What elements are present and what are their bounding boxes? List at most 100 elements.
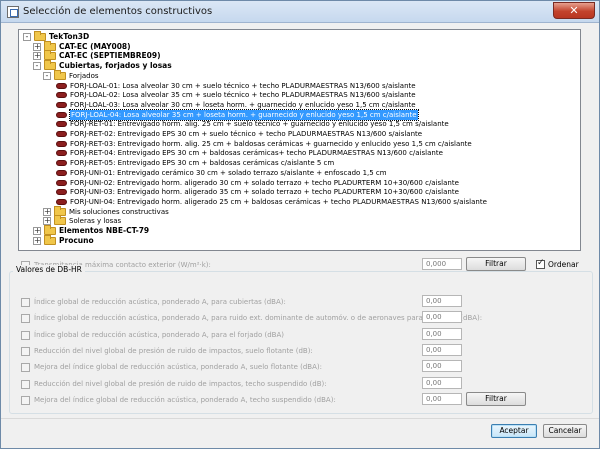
tree-item-label: FORJ-RET-05: Entrevigado EPS 30 cm + bal…	[70, 159, 335, 168]
collapse-icon[interactable]: -	[43, 71, 51, 80]
brick-icon	[56, 198, 67, 205]
dbhr-label: Reducción del nivel global de presión de…	[34, 379, 327, 388]
element-tree[interactable]: - TekTon3D + CAT-EC (MAY008) + CAT-EC (SEPTIE…	[18, 29, 581, 251]
tree-item-label: Mis soluciones constructivas	[69, 207, 169, 216]
tree-item-label: Elementos NBE-CT-79	[59, 226, 150, 235]
tree-item-element[interactable]: FORJ-LOAL-03: Losa alveolar 30 cm + lose…	[19, 100, 579, 110]
footer-separator	[1, 418, 599, 419]
tree-item-label: FORJ-RET-04: Entrevigado EPS 30 cm + bal…	[70, 149, 443, 158]
folder-icon	[44, 234, 56, 245]
tree-item-label: Cubiertas, forjados y losas	[59, 61, 172, 71]
folder-icon	[54, 69, 66, 80]
dbhr-value-input[interactable]: 0,00	[422, 376, 462, 389]
tree-item-folder[interactable]: + Procuno	[19, 234, 579, 246]
tree-item-element[interactable]: FORJ-RET-03: Entrevigado horm. alig. 25 …	[19, 139, 579, 149]
window-icon	[7, 6, 19, 18]
dbhr-value-input[interactable]: 0,00	[422, 343, 462, 356]
dbhr-group-title: Valores de DB-HR	[13, 265, 85, 274]
tree-item-label: Soleras y losas	[69, 217, 122, 226]
tree-item-label: TekTon3D	[49, 32, 90, 41]
cancel-button[interactable]: Cancelar	[543, 424, 587, 438]
brick-icon	[56, 189, 67, 196]
dbhr-checkbox[interactable]	[21, 314, 30, 324]
brick-icon	[56, 131, 67, 137]
window-title: Selección de elementos constructivos	[23, 6, 213, 17]
dbhr-checkbox[interactable]	[21, 298, 30, 307]
tree-item-element[interactable]: FORJ-RET-04: Entrevigado EPS 30 cm + bal…	[19, 148, 579, 158]
tree-item-element[interactable]: FORJ-LOAL-02: Losa alveolar 35 cm + suel…	[19, 90, 579, 100]
dbhr-checkbox[interactable]	[21, 363, 30, 373]
ordenar-checkbox[interactable]	[536, 258, 545, 269]
tree-item-label: FORJ-LOAL-01: Losa alveolar 30 cm + suel…	[70, 81, 416, 90]
dbhr-checkbox[interactable]	[21, 330, 30, 340]
tree-item-element[interactable]: FORJ-LOAL-04: Losa alveolar 35 cm + lose…	[19, 108, 579, 121]
brick-icon	[56, 140, 67, 147]
dbhr-checkbox[interactable]	[21, 346, 30, 356]
tree-item-element[interactable]: FORJ-UNI-04: Entrevigado horm. aligerado…	[19, 197, 579, 207]
brick-icon	[56, 150, 67, 157]
tree-item-folder[interactable]: + CAT-EC (SEPTIEMBRE09)	[19, 50, 579, 61]
tree-item-element[interactable]: FORJ-UNI-01: Entrevigado cerámico 30 cm …	[19, 168, 579, 178]
expand-icon[interactable]: +	[33, 52, 41, 61]
dbhr-label: Índice global de reducción acústica, pon…	[34, 330, 284, 339]
brick-icon	[56, 92, 67, 99]
expand-icon[interactable]: +	[43, 207, 51, 216]
title-bar[interactable]: Selección de elementos constructivos ✕	[1, 1, 599, 23]
brick-icon	[56, 101, 67, 108]
dbhr-checkbox[interactable]	[21, 379, 30, 389]
brick-icon	[56, 121, 67, 128]
tree-item-label: FORJ-LOAL-04: Losa alveolar 35 cm + lose…	[69, 108, 419, 121]
tree-item-folder[interactable]: + Elementos NBE-CT-79	[19, 225, 579, 236]
dbhr-label: Índice global de reducción acústica, pon…	[34, 314, 483, 323]
accept-button[interactable]: Aceptar	[491, 424, 537, 438]
tree-item-folder[interactable]: + CAT-EC (MAY008)	[19, 40, 579, 52]
dbhr-value-input[interactable]: 0,00	[422, 295, 462, 307]
tree-item-element[interactable]: FORJ-RET-01: Entrevigado horm. alig. 25 …	[19, 119, 579, 129]
tree-item-label: FORJ-UNI-01: Entrevigado cerámico 30 cm …	[70, 168, 387, 177]
tree-item-folder[interactable]: + Mis soluciones constructivas	[19, 205, 579, 217]
tree-item-element[interactable]: FORJ-LOAL-01: Losa alveolar 30 cm + suel…	[19, 81, 579, 91]
dialog-window: Selección de elementos constructivos ✕ -…	[0, 0, 600, 449]
tree-item-folder[interactable]: - Forjados	[19, 69, 579, 81]
dbhr-value-input[interactable]: 0,00	[422, 360, 462, 373]
dbhr-value-input[interactable]: 0,00	[422, 392, 462, 405]
tree-item-label: FORJ-UNI-04: Entrevigado horm. aligerado…	[70, 197, 487, 206]
dbhr-label: Reducción del nivel global de presión de…	[34, 346, 313, 355]
brick-icon	[56, 160, 67, 167]
tree-item-label: Forjados	[69, 71, 99, 80]
tree-item-label: FORJ-LOAL-02: Losa alveolar 35 cm + suel…	[70, 91, 416, 100]
dbhr-label: Mejora del índice global de reducción ac…	[34, 395, 336, 404]
folder-icon	[54, 215, 66, 226]
transmitancia-input[interactable]: 0,000	[422, 258, 462, 270]
collapse-icon[interactable]: -	[33, 62, 41, 71]
tree-item-folder[interactable]: + Soleras y losas	[19, 215, 579, 226]
close-button[interactable]: ✕	[553, 2, 595, 19]
tree-item-element[interactable]: FORJ-UNI-02: Entrevigado horm. aligerado…	[19, 178, 579, 188]
collapse-icon[interactable]: -	[23, 33, 31, 41]
tree-item-label: FORJ-UNI-03: Entrevigado horm. aligerado…	[70, 188, 459, 197]
tree-item-label: FORJ-RET-02: Entrevigado EPS 30 cm + sue…	[70, 130, 423, 138]
dbhr-value-input[interactable]: 0,00	[422, 311, 462, 324]
expand-icon[interactable]: +	[33, 42, 41, 51]
tree-item-label: FORJ-RET-03: Entrevigado horm. alig. 25 …	[70, 139, 472, 148]
dbhr-label: Índice global de reducción acústica, pon…	[34, 298, 286, 306]
tree-item-element[interactable]: FORJ-UNI-03: Entrevigado horm. aligerado…	[19, 187, 579, 197]
ordenar-label: Ordenar	[548, 260, 579, 269]
tree-item-element[interactable]: FORJ-RET-05: Entrevigado EPS 30 cm + bal…	[19, 158, 579, 168]
brick-icon	[56, 169, 67, 176]
dbhr-value-input[interactable]: 0,00	[422, 327, 462, 340]
brick-icon	[56, 179, 67, 186]
dbhr-checkbox[interactable]	[21, 395, 30, 405]
tree-item-element[interactable]: FORJ-RET-02: Entrevigado EPS 30 cm + sue…	[19, 129, 579, 139]
brick-icon	[56, 82, 67, 89]
brick-icon	[56, 111, 67, 118]
tree-item-folder[interactable]: - Cubiertas, forjados y losas	[19, 60, 579, 71]
filter-button-top[interactable]: Filtrar	[466, 257, 526, 271]
filter-button-dbhr[interactable]: Filtrar	[466, 392, 526, 406]
expand-icon[interactable]: +	[33, 236, 41, 245]
expand-icon[interactable]: +	[33, 227, 41, 235]
tree-item-label: FORJ-LOAL-03: Losa alveolar 30 cm + lose…	[70, 100, 416, 109]
tree-item-label: FORJ-UNI-02: Entrevigado horm. aligerado…	[70, 178, 459, 187]
tree-item-folder[interactable]: - TekTon3D	[19, 31, 579, 42]
tree-item-label: CAT-EC (SEPTIEMBRE09)	[59, 51, 161, 61]
